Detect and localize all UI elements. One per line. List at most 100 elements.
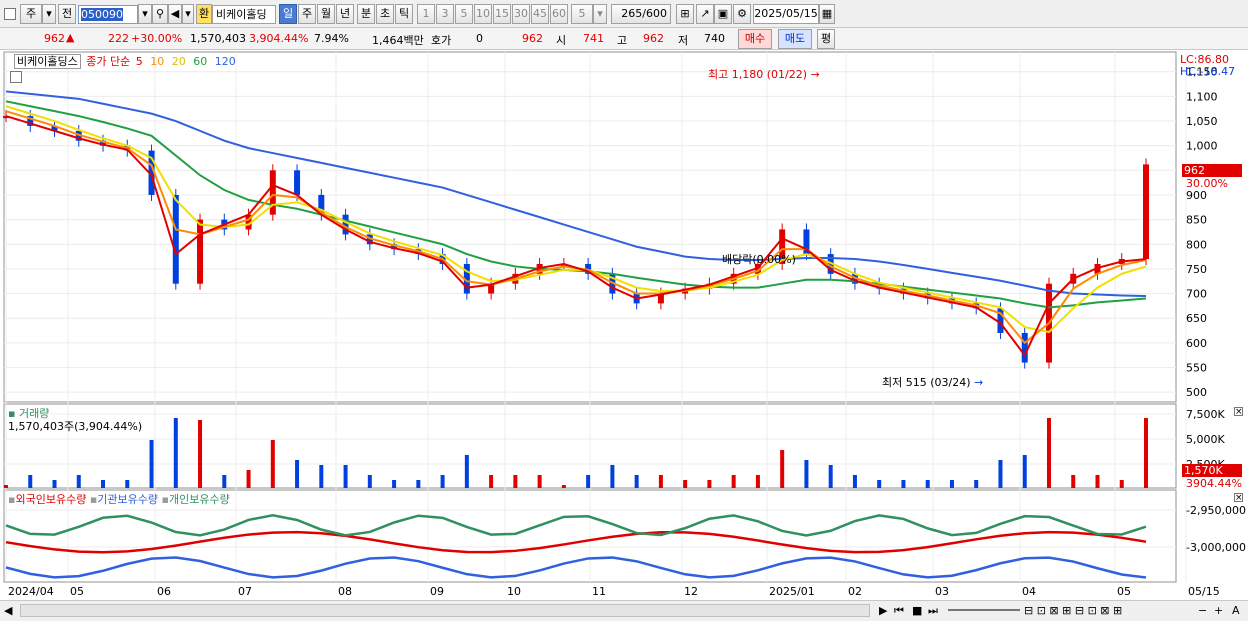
volume-bar (295, 460, 300, 488)
volume-bar (998, 460, 1003, 488)
institution-holding-label[interactable]: 기관보유수량 (97, 493, 158, 506)
draw-tool-icon[interactable]: ↗ (696, 4, 714, 24)
ma-20-label[interactable]: 20 (172, 55, 186, 68)
first-page-icon[interactable]: ⏮ (894, 604, 904, 618)
x-axis-labels: 2024/04 05 06 07 08 09 10 11 12 2025/01 02 03 04 05 05… (8, 585, 1220, 598)
layout-icons[interactable]: ⊟ ⊡ ⊠ ⊞ ⊟ ⊡ ⊠ ⊞ (1024, 604, 1122, 617)
speaker-icon[interactable]: ◀ (168, 4, 182, 24)
foreign-holding-label[interactable]: 외국인보유수량 (15, 493, 86, 506)
high-label: 고 (617, 34, 628, 47)
code-dropdown-icon[interactable]: ▾ (138, 4, 152, 24)
interval-45[interactable]: 45 (531, 4, 549, 24)
eval-button[interactable]: 평 (817, 29, 835, 49)
search-icon[interactable]: ⚲ (152, 4, 168, 24)
interval-5[interactable]: 5 (455, 4, 473, 24)
x-tick-label: 04 (1022, 585, 1036, 598)
period-minute[interactable]: 분 (357, 4, 375, 24)
volume-bar (1071, 475, 1076, 488)
candle-body (269, 170, 276, 215)
ma-120-label[interactable]: 120 (215, 55, 236, 68)
ma-10-label[interactable]: 10 (150, 55, 164, 68)
chart-tool-icon[interactable]: ⊞ (676, 4, 694, 24)
zoom-slider[interactable] (948, 609, 1020, 611)
volume-bar (28, 475, 33, 488)
interval-input[interactable]: 5 (571, 4, 593, 24)
annotation-high: 최고 1,180 (01/22) → (708, 68, 820, 81)
hoga-value: 0 (476, 32, 483, 45)
volume-bar (804, 460, 809, 488)
volume-bar (173, 418, 178, 488)
volume-bar (4, 485, 8, 488)
volume-bar (683, 480, 688, 488)
x-tick-label: 12 (684, 585, 698, 598)
stop-icon[interactable]: ■ (912, 604, 922, 617)
sell-button[interactable]: 매도 (778, 29, 812, 49)
speaker-dropdown-icon[interactable]: ▾ (182, 4, 194, 24)
interval-30[interactable]: 30 (512, 4, 530, 24)
volume-bar (149, 440, 154, 488)
count-input[interactable]: 265/600 (611, 4, 671, 24)
chart-area[interactable]: 1,1501,1001,0501,00095090085080075070065… (0, 50, 1248, 621)
current-price: 962 (44, 32, 65, 45)
holding-y-tick: -3,000,000 (1186, 541, 1246, 554)
period-tick[interactable]: 틱 (395, 4, 413, 24)
scroll-track[interactable] (20, 604, 870, 617)
period-day[interactable]: 일 (279, 4, 297, 24)
volume-bar (489, 475, 494, 488)
ma-60-label[interactable]: 60 (193, 55, 207, 68)
volume-bar (707, 480, 712, 488)
price-y-tick: 500 (1186, 386, 1207, 399)
last-page-icon[interactable]: ⏭ (928, 604, 938, 618)
period-type-select[interactable]: 주 (20, 4, 42, 24)
period-second[interactable]: 초 (376, 4, 394, 24)
volume-bar (1144, 418, 1148, 488)
interval-1[interactable]: 1 (417, 4, 435, 24)
stock-label[interactable]: 비케이홀딩스 (14, 54, 81, 69)
volume-bar (343, 465, 348, 488)
volume-bar (925, 480, 930, 488)
volume-panel-close-icon[interactable]: × (1234, 407, 1243, 417)
interval-10[interactable]: 10 (474, 4, 492, 24)
chart-canvas[interactable]: 1,1501,1001,0501,00095090085080075070065… (0, 50, 1248, 621)
quote-bar: 962 ▲ 222 +30.00% 1,570,403 3,904.44% 7.… (0, 28, 1248, 50)
interval-3[interactable]: 3 (436, 4, 454, 24)
interval-dropdown-icon[interactable]: ▾ (593, 4, 607, 24)
low-price: 740 (704, 32, 725, 45)
volume-bar (658, 475, 663, 488)
zoom-out-icon[interactable]: − (1198, 604, 1207, 617)
scroll-right-icon[interactable]: ▶ (879, 604, 887, 617)
gear-icon[interactable]: ⚙ (733, 4, 751, 24)
scroll-bar[interactable]: ◀ ▶ ⏮ ■ ⏭ ⊟ ⊡ ⊠ ⊞ ⊟ ⊡ ⊠ ⊞ − + A (0, 600, 1248, 621)
zoom-in-icon[interactable]: + (1214, 604, 1223, 617)
volume-bar (1046, 418, 1051, 488)
x-tick-label: 07 (238, 585, 252, 598)
turnover-pct: 7.94% (314, 32, 349, 45)
window-icon[interactable] (4, 8, 16, 20)
period-year[interactable]: 년 (336, 4, 354, 24)
save-icon[interactable]: ▣ (714, 4, 732, 24)
volume-bar (537, 475, 542, 488)
ma-5-label[interactable]: 5 (136, 55, 143, 68)
volume-bar (101, 480, 106, 488)
stock-code-input[interactable]: 050090 (78, 5, 138, 24)
date-input[interactable]: 2025/05/15 (753, 4, 819, 24)
grid-toggle-icon[interactable] (10, 71, 22, 83)
volume-bar (222, 475, 227, 488)
buy-button[interactable]: 매수 (738, 29, 772, 49)
prev-button[interactable]: 전 (58, 4, 76, 24)
volume-bar (392, 480, 397, 488)
chevron-down-icon[interactable]: ▾ (42, 4, 56, 24)
volume-value: 1,570,403 (190, 32, 246, 45)
period-week[interactable]: 주 (298, 4, 316, 24)
calendar-icon[interactable]: ▦ (819, 4, 835, 24)
font-size-icon[interactable]: A (1232, 604, 1240, 617)
volume-bar (634, 475, 639, 488)
interval-15[interactable]: 15 (493, 4, 511, 24)
individual-holding-label[interactable]: 개인보유수량 (169, 493, 230, 506)
volume-y-tick: 7,500K (1186, 408, 1225, 421)
period-month[interactable]: 월 (317, 4, 335, 24)
interval-60[interactable]: 60 (550, 4, 568, 24)
holding-panel-close-icon[interactable]: × (1234, 493, 1243, 503)
exchange-badge[interactable]: 환 (196, 4, 212, 24)
scroll-left-icon[interactable]: ◀ (4, 604, 12, 617)
